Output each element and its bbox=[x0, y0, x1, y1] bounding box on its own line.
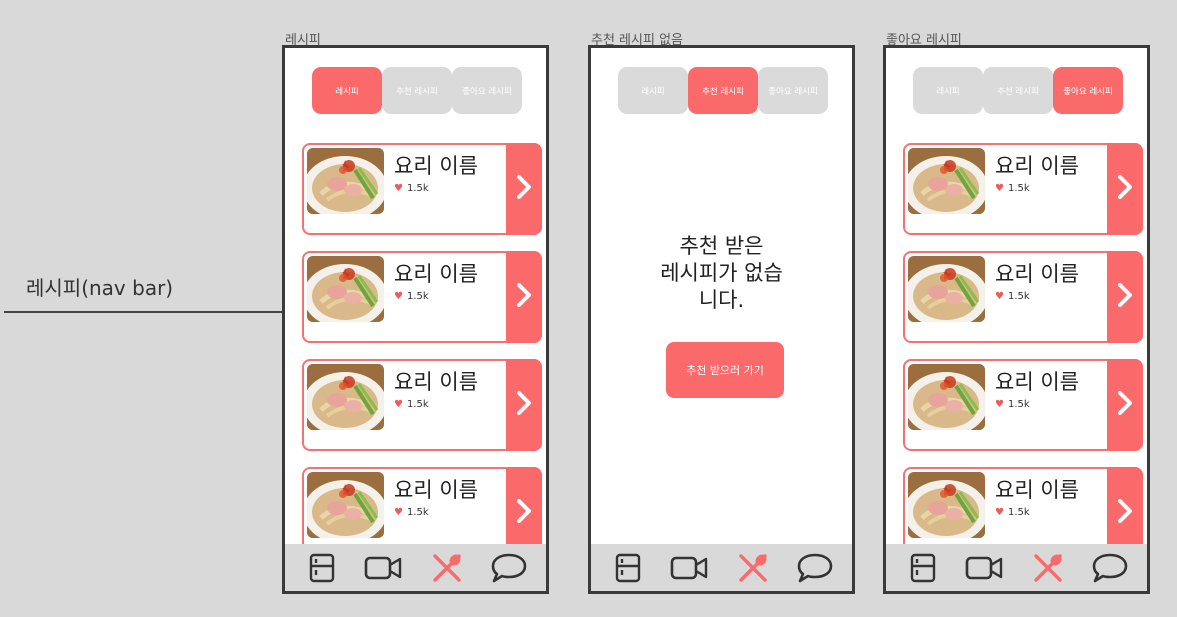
chat-bubble-icon[interactable] bbox=[1090, 548, 1130, 588]
connector-line bbox=[4, 311, 282, 313]
like-count: ♥ 1.5k bbox=[394, 399, 429, 410]
recipe-name: 요리 이름 bbox=[394, 154, 478, 178]
recipe-name: 요리 이름 bbox=[394, 478, 478, 502]
screen-no-recommendations: 레시피 추천 레시피 좋아요 레시피 추천 받은 레시피가 없습 니다. 추천 … bbox=[588, 45, 855, 594]
like-count-value: 1.5k bbox=[406, 183, 429, 194]
tab-recipes[interactable]: 레시피 bbox=[913, 67, 983, 114]
open-recipe-button[interactable] bbox=[506, 251, 542, 343]
recipe-name: 요리 이름 bbox=[995, 262, 1079, 286]
chevron-right-icon bbox=[1116, 174, 1134, 204]
empty-message-line: 니다. bbox=[698, 288, 745, 312]
like-count: ♥ 1.5k bbox=[995, 183, 1030, 194]
like-count: ♥ 1.5k bbox=[394, 183, 429, 194]
heart-icon: ♥ bbox=[995, 507, 1004, 518]
heart-icon: ♥ bbox=[995, 399, 1004, 410]
food-thumbnail bbox=[908, 148, 985, 214]
tab-liked[interactable]: 좋아요 레시피 bbox=[1053, 67, 1123, 114]
like-count-value: 1.5k bbox=[1007, 183, 1030, 194]
chevron-right-icon bbox=[1116, 498, 1134, 528]
like-count-value: 1.5k bbox=[406, 399, 429, 410]
food-thumbnail bbox=[307, 364, 384, 430]
recipe-card[interactable]: 요리 이름 ♥ 1.5k bbox=[903, 359, 1143, 451]
recipe-card[interactable]: 요리 이름 ♥ 1.5k bbox=[302, 143, 542, 235]
recipe-card[interactable]: 요리 이름 ♥ 1.5k bbox=[302, 359, 542, 451]
bottom-nav-bar bbox=[285, 544, 546, 591]
like-count: ♥ 1.5k bbox=[995, 291, 1030, 302]
open-recipe-button[interactable] bbox=[506, 359, 542, 451]
like-count: ♥ 1.5k bbox=[394, 507, 429, 518]
fridge-icon[interactable] bbox=[608, 548, 648, 588]
tab-recommended[interactable]: 추천 레시피 bbox=[382, 67, 452, 114]
heart-icon: ♥ bbox=[394, 399, 403, 410]
fridge-icon[interactable] bbox=[903, 548, 943, 588]
like-count-value: 1.5k bbox=[406, 507, 429, 518]
chevron-right-icon bbox=[515, 282, 533, 312]
empty-message: 추천 받은 레시피가 없습 니다. bbox=[591, 233, 852, 314]
heart-icon: ♥ bbox=[394, 291, 403, 302]
chat-bubble-icon[interactable] bbox=[489, 548, 529, 588]
open-recipe-button[interactable] bbox=[1107, 359, 1143, 451]
tab-liked[interactable]: 좋아요 레시피 bbox=[758, 67, 828, 114]
like-count-value: 1.5k bbox=[1007, 399, 1030, 410]
like-count-value: 1.5k bbox=[406, 291, 429, 302]
video-camera-icon[interactable] bbox=[670, 548, 710, 588]
tab-recipes[interactable]: 레시피 bbox=[618, 67, 688, 114]
recipe-name: 요리 이름 bbox=[394, 370, 478, 394]
spoon-fork-icon[interactable] bbox=[427, 548, 467, 588]
empty-message-line: 레시피가 없습 bbox=[660, 261, 783, 285]
recipe-name: 요리 이름 bbox=[995, 370, 1079, 394]
recipe-name: 요리 이름 bbox=[995, 478, 1079, 502]
open-recipe-button[interactable] bbox=[506, 143, 542, 235]
open-recipe-button[interactable] bbox=[1107, 251, 1143, 343]
chevron-right-icon bbox=[515, 174, 533, 204]
chevron-right-icon bbox=[1116, 390, 1134, 420]
tab-bar: 레시피 추천 레시피 좋아요 레시피 bbox=[312, 67, 522, 114]
video-camera-icon[interactable] bbox=[364, 548, 404, 588]
tab-recommended[interactable]: 추천 레시피 bbox=[983, 67, 1053, 114]
like-count-value: 1.5k bbox=[1007, 291, 1030, 302]
recipe-list: 요리 이름 ♥ 1.5k 요리 이름 ♥ 1.5k 요리 이름 ♥ 1.5k 요… bbox=[302, 143, 542, 575]
tab-recipes[interactable]: 레시피 bbox=[312, 67, 382, 114]
tab-liked[interactable]: 좋아요 레시피 bbox=[452, 67, 522, 114]
recipe-card[interactable]: 요리 이름 ♥ 1.5k bbox=[302, 251, 542, 343]
heart-icon: ♥ bbox=[394, 507, 403, 518]
video-camera-icon[interactable] bbox=[965, 548, 1005, 588]
chat-bubble-icon[interactable] bbox=[795, 548, 835, 588]
tab-bar: 레시피 추천 레시피 좋아요 레시피 bbox=[913, 67, 1123, 114]
get-recommendation-button[interactable]: 추천 받으러 가기 bbox=[666, 342, 784, 398]
food-thumbnail bbox=[908, 364, 985, 430]
chevron-right-icon bbox=[1116, 282, 1134, 312]
tab-recommended[interactable]: 추천 레시피 bbox=[688, 67, 758, 114]
spoon-fork-icon[interactable] bbox=[1028, 548, 1068, 588]
recipe-card[interactable]: 요리 이름 ♥ 1.5k bbox=[903, 143, 1143, 235]
recipe-card[interactable]: 요리 이름 ♥ 1.5k bbox=[903, 251, 1143, 343]
chevron-right-icon bbox=[515, 498, 533, 528]
food-thumbnail bbox=[908, 256, 985, 322]
spoon-fork-icon[interactable] bbox=[733, 548, 773, 588]
food-thumbnail bbox=[307, 148, 384, 214]
recipe-name: 요리 이름 bbox=[995, 154, 1079, 178]
fridge-icon[interactable] bbox=[302, 548, 342, 588]
recipe-name: 요리 이름 bbox=[394, 262, 478, 286]
open-recipe-button[interactable] bbox=[1107, 143, 1143, 235]
heart-icon: ♥ bbox=[995, 291, 1004, 302]
side-label: 레시피(nav bar) bbox=[26, 276, 174, 300]
like-count-value: 1.5k bbox=[1007, 507, 1030, 518]
like-count: ♥ 1.5k bbox=[394, 291, 429, 302]
screen-liked-recipes: 레시피 추천 레시피 좋아요 레시피 요리 이름 ♥ 1.5k 요리 이름 ♥ 1.… bbox=[883, 45, 1150, 594]
food-thumbnail bbox=[908, 472, 985, 538]
tab-bar: 레시피 추천 레시피 좋아요 레시피 bbox=[618, 67, 828, 114]
empty-message-line: 추천 받은 bbox=[679, 234, 764, 258]
like-count: ♥ 1.5k bbox=[995, 399, 1030, 410]
bottom-nav-bar bbox=[886, 544, 1147, 591]
heart-icon: ♥ bbox=[995, 183, 1004, 194]
like-count: ♥ 1.5k bbox=[995, 507, 1030, 518]
heart-icon: ♥ bbox=[394, 183, 403, 194]
screen-recipes: 레시피 추천 레시피 좋아요 레시피 요리 이름 ♥ 1.5k 요리 이름 ♥ 1.… bbox=[282, 45, 549, 594]
food-thumbnail bbox=[307, 472, 384, 538]
bottom-nav-bar bbox=[591, 544, 852, 591]
recipe-list: 요리 이름 ♥ 1.5k 요리 이름 ♥ 1.5k 요리 이름 ♥ 1.5k 요… bbox=[903, 143, 1143, 575]
chevron-right-icon bbox=[515, 390, 533, 420]
food-thumbnail bbox=[307, 256, 384, 322]
